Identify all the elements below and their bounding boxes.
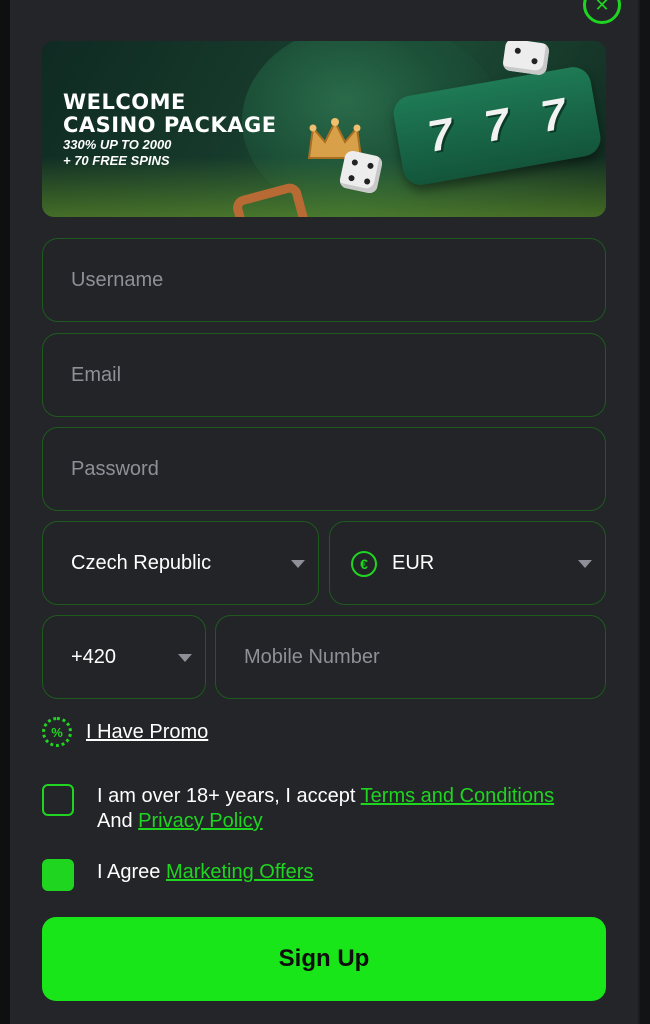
mobile-number-input[interactable] [216,616,605,698]
email-input[interactable] [43,334,605,416]
reel-symbol: 7 [537,89,570,142]
phone-code-select[interactable]: +420 [42,615,206,699]
marketing-checkbox[interactable] [42,859,74,891]
dice-icon [501,41,551,76]
terms-text: I am over 18+ years, I accept Terms and … [97,784,597,834]
country-select[interactable]: Czech Republic [42,521,319,605]
promo-toggle[interactable]: % I Have Promo [42,716,208,748]
sign-up-button[interactable]: Sign Up [42,917,606,1001]
banner-subtitle: 330% UP TO 2000 + 70 FREE SPINS [63,137,171,169]
left-page-edge [0,0,10,1024]
dice-icon [338,149,384,195]
email-field[interactable] [42,333,606,417]
password-input[interactable] [43,428,605,510]
currency-value: EUR [392,551,435,574]
banner-title: WELCOME CASINO PACKAGE [63,91,277,137]
currency-select[interactable]: € EUR [329,521,606,605]
marketing-offers-link[interactable]: Marketing Offers [166,861,313,883]
reel-symbol: 7 [424,109,457,162]
right-page-edge [640,0,650,1024]
password-field[interactable] [42,427,606,511]
username-input[interactable] [43,239,605,321]
chevron-down-icon [291,560,305,568]
marketing-text-before: I Agree [97,861,166,883]
banner-title-line: CASINO PACKAGE [63,113,277,137]
country-value: Czech Republic [71,551,212,574]
terms-text-before: I am over 18+ years, I accept [97,785,361,807]
promo-link[interactable]: I Have Promo [86,721,208,744]
euro-icon: € [351,551,377,577]
username-field[interactable] [42,238,606,322]
banner-subtitle-line: 330% UP TO 2000 [63,137,172,152]
terms-link[interactable]: Terms and Conditions [361,785,554,807]
chevron-down-icon [578,560,592,568]
banner-subtitle-line: + 70 FREE SPINS [63,153,170,168]
phone-code-value: +420 [71,645,117,668]
promo-percent-icon: % [42,717,72,747]
privacy-policy-link[interactable]: Privacy Policy [138,810,262,832]
banner-title-line: WELCOME [63,90,186,114]
welcome-banner: 7 7 7 WELCOME CASINO PACKAGE 330% UP TO … [42,41,606,217]
chevron-down-icon [178,654,192,662]
reel-symbol: 7 [480,99,514,152]
marketing-text: I Agree Marketing Offers [97,860,313,885]
mobile-number-field[interactable] [215,615,606,699]
terms-checkbox[interactable] [42,784,74,816]
terms-and-text: And [97,810,139,832]
